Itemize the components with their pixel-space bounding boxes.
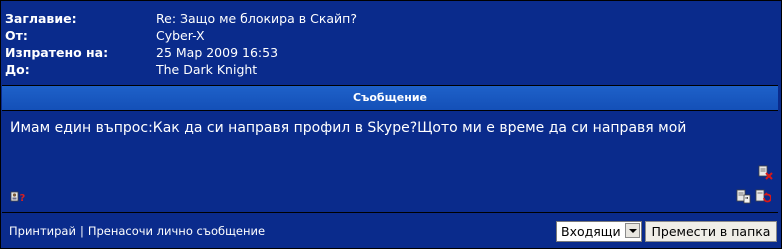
sent-value: 25 Мар 2009 16:53 xyxy=(156,45,279,60)
quote-icon[interactable]: " xyxy=(736,188,752,204)
folder-select[interactable]: Входящи xyxy=(556,221,642,242)
sent-label: Изпратено на: xyxy=(5,45,109,60)
footer-links: Принтирай | Пренасочи лично съобщение xyxy=(9,224,265,238)
chevron-down-icon[interactable] xyxy=(625,223,640,238)
message-heading: Съобщение xyxy=(2,85,778,111)
reply-icon[interactable] xyxy=(755,188,772,204)
header-row-sent: Изпратено на: 25 Мар 2009 16:53 xyxy=(2,45,780,63)
link-separator: | xyxy=(79,224,84,238)
svg-text:": " xyxy=(745,196,749,204)
folder-select-value: Входящи xyxy=(561,224,621,239)
header-row-from: От: Cyber-X xyxy=(2,27,780,45)
from-label: От: xyxy=(5,28,28,43)
message-body: Имам един въпрос:Как да си направя профи… xyxy=(2,111,778,209)
to-label: До: xyxy=(5,62,30,77)
pm-frame: Заглавие: Re: Защо ме блокира в Скайп? О… xyxy=(0,0,782,249)
user-info-icon[interactable]: ? xyxy=(10,188,26,204)
print-link[interactable]: Принтирай xyxy=(9,224,76,238)
header-row-subject: Заглавие: Re: Защо ме блокира в Скайп? xyxy=(2,8,780,27)
svg-text:?: ? xyxy=(20,193,26,204)
move-to-folder-button[interactable]: Премести в папка xyxy=(645,221,777,242)
footer-bar: Принтирай | Пренасочи лично съобщение Вход… xyxy=(2,212,778,247)
forward-link[interactable]: Пренасочи лично съобщение xyxy=(88,224,265,238)
message-header: Заглавие: Re: Защо ме блокира в Скайп? О… xyxy=(2,2,780,81)
delete-icon[interactable] xyxy=(758,164,774,180)
from-value: Cyber-X xyxy=(156,28,205,43)
message-text: Имам един въпрос:Как да си направя профи… xyxy=(10,120,687,136)
subject-label: Заглавие: xyxy=(5,11,77,26)
to-value: The Dark Knight xyxy=(156,62,258,77)
subject-value: Re: Защо ме блокира в Скайп? xyxy=(156,11,357,26)
header-row-to: До: The Dark Knight xyxy=(2,62,780,81)
